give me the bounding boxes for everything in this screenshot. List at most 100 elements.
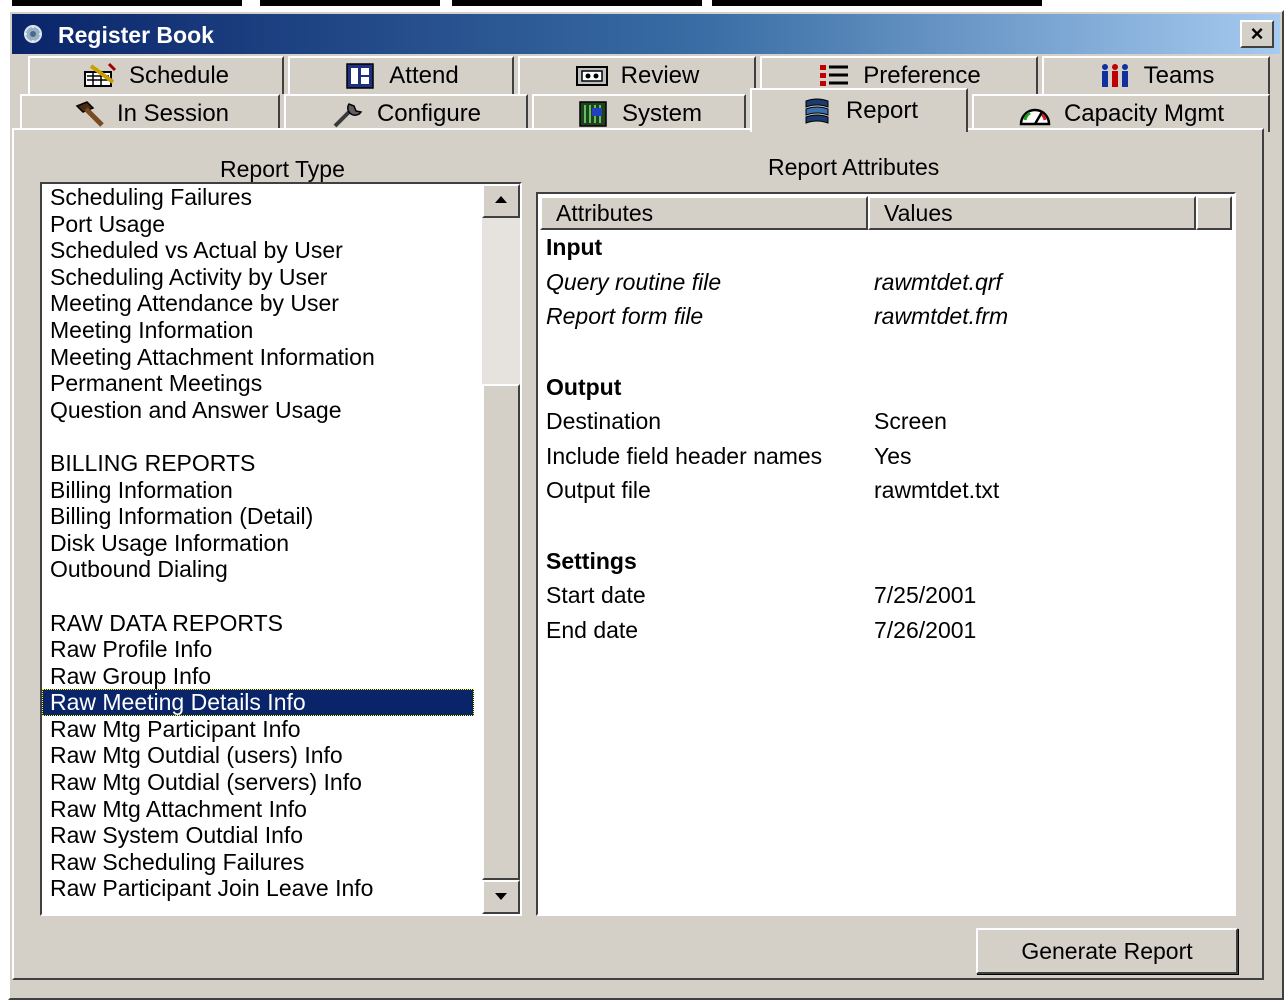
arrow-up-icon — [495, 196, 507, 203]
attribute-value: 7/25/2001 — [874, 582, 977, 608]
tab-attend[interactable]: Attend — [288, 56, 514, 94]
tab-schedule-label: Schedule — [128, 62, 230, 89]
hammer-icon — [75, 101, 104, 127]
list-item[interactable]: Port Usage — [42, 211, 474, 238]
wrench-icon — [333, 103, 363, 128]
app-icon — [24, 25, 42, 43]
attribute-name: Report form file — [546, 303, 704, 329]
list-item[interactable]: Raw System Outdial Info — [42, 822, 474, 849]
tab-capacity-mgmt[interactable]: Capacity Mgmt — [972, 94, 1270, 132]
tab-report-label: Report — [845, 97, 919, 124]
tab-teams[interactable]: Teams — [1042, 56, 1270, 94]
attribute-value: rawmtdet.qrf — [874, 268, 1002, 295]
attribute-section-header: Settings — [546, 548, 637, 575]
preference-icon — [820, 65, 849, 86]
teams-icon — [1101, 64, 1128, 87]
report-attributes-table[interactable]: Attributes Values Input Query routine fil… — [536, 192, 1236, 916]
list-item[interactable]: Billing Information — [42, 477, 474, 504]
window-title: Register Book — [58, 22, 214, 48]
tab-in-session-label: In Session — [116, 100, 230, 127]
attribute-name: Query routine file — [546, 268, 722, 295]
list-item[interactable]: Meeting Attachment Information — [42, 344, 474, 371]
attribute-name: End date — [546, 616, 639, 643]
scroll-down-button[interactable] — [482, 880, 520, 914]
attribute-row[interactable]: Start date 7/25/2001 — [546, 582, 976, 609]
title-bar[interactable]: Register Book × — [12, 14, 1280, 54]
list-item[interactable]: Billing Information (Detail) — [42, 503, 474, 530]
attribute-row[interactable]: Output file rawmtdet.txt — [546, 477, 999, 504]
list-item[interactable]: Meeting Attendance by User — [42, 290, 474, 317]
list-item[interactable]: Raw Profile Info — [42, 636, 474, 663]
attribute-value: rawmtdet.frm — [874, 303, 1009, 329]
attribute-name: Start date — [546, 582, 646, 608]
list-item[interactable]: Raw Mtg Participant Info — [42, 716, 474, 743]
list-heading: RAW DATA REPORTS — [50, 609, 284, 636]
report-attributes-label: Report Attributes — [768, 154, 940, 180]
attribute-name: Destination — [546, 408, 662, 434]
report-icon — [805, 98, 829, 124]
tab-attend-label: Attend — [389, 62, 459, 89]
attribute-row[interactable]: End date 7/26/2001 — [546, 616, 976, 644]
report-type-listbox[interactable]: Scheduling Failures Port Usage Scheduled v… — [40, 182, 522, 916]
attribute-value: Screen — [874, 408, 947, 434]
report-type-items: Scheduling Failures Port Usage Scheduled v… — [42, 184, 474, 902]
list-item[interactable]: Raw Mtg Attachment Info — [42, 796, 474, 823]
list-item[interactable]: Raw Meeting Details Info — [42, 689, 474, 716]
attribute-section-header: Output — [546, 374, 621, 401]
review-icon — [575, 66, 608, 86]
list-item[interactable]: Raw Group Info — [42, 663, 474, 690]
attribute-value: 7/26/2001 — [874, 616, 977, 643]
attribute-row[interactable]: Report form file rawmtdet.frm — [546, 303, 1008, 330]
list-item[interactable]: Scheduled vs Actual by User — [42, 237, 474, 264]
attribute-value: Yes — [874, 442, 912, 469]
list-item[interactable]: Raw Scheduling Failures — [42, 849, 474, 876]
attribute-name: Output file — [546, 477, 651, 503]
arrow-down-icon — [495, 893, 507, 900]
attribute-name: Include field header names — [546, 442, 823, 469]
attribute-section-header: Input — [546, 234, 602, 261]
gauge-icon — [1019, 108, 1051, 126]
schedule-icon — [83, 62, 117, 87]
report-type-label: Report Type — [220, 156, 345, 182]
scroll-thumb[interactable] — [482, 384, 520, 880]
attribute-row[interactable]: Include field header names Yes — [546, 442, 912, 470]
list-item[interactable]: Disk Usage Information — [42, 530, 474, 557]
list-item[interactable]: Raw Mtg Outdial (users) Info — [42, 742, 474, 769]
column-header-values[interactable]: Values — [868, 196, 1196, 230]
attribute-name: Input — [546, 234, 603, 260]
list-item[interactable]: Meeting Information — [42, 317, 474, 344]
list-item[interactable]: Raw Participant Join Leave Info — [42, 875, 474, 902]
list-item[interactable]: Raw Mtg Outdial (servers) Info — [42, 769, 474, 796]
tab-system-label: System — [621, 100, 702, 127]
attribute-row[interactable]: Query routine file rawmtdet.qrf — [546, 268, 1002, 296]
tab-report[interactable]: Report — [750, 88, 968, 132]
attend-icon — [346, 63, 375, 89]
tab-in-session[interactable]: In Session — [20, 94, 280, 132]
generate-report-button[interactable]: Generate Report — [976, 928, 1238, 974]
system-icon — [579, 101, 607, 127]
attribute-name: Settings — [546, 547, 637, 574]
list-heading: BILLING REPORTS — [50, 449, 256, 476]
list-item[interactable]: Scheduling Activity by User — [42, 264, 474, 291]
column-header-attributes[interactable]: Attributes — [540, 196, 868, 230]
tab-review-label: Review — [620, 62, 700, 89]
list-item[interactable]: Question and Answer Usage — [42, 397, 474, 424]
tab-schedule[interactable]: Schedule — [28, 56, 284, 94]
close-button[interactable]: × — [1240, 20, 1274, 48]
scroll-up-button[interactable] — [482, 184, 520, 218]
column-header-filler — [1196, 196, 1232, 230]
attribute-row[interactable]: Destination Screen — [546, 408, 947, 435]
tab-review[interactable]: Review — [518, 56, 756, 94]
tab-system[interactable]: System — [532, 94, 746, 132]
list-item[interactable]: Scheduling Failures — [42, 184, 474, 211]
attribute-name: Output — [546, 373, 622, 400]
attribute-value: rawmtdet.txt — [874, 477, 1000, 503]
list-item[interactable]: Outbound Dialing — [42, 556, 474, 583]
listbox-scrollbar[interactable] — [482, 184, 520, 914]
list-item[interactable]: Permanent Meetings — [42, 370, 474, 397]
tab-configure[interactable]: Configure — [284, 94, 528, 132]
cropped-caption-strip — [0, 0, 1288, 10]
tab-teams-label: Teams — [1143, 62, 1215, 89]
